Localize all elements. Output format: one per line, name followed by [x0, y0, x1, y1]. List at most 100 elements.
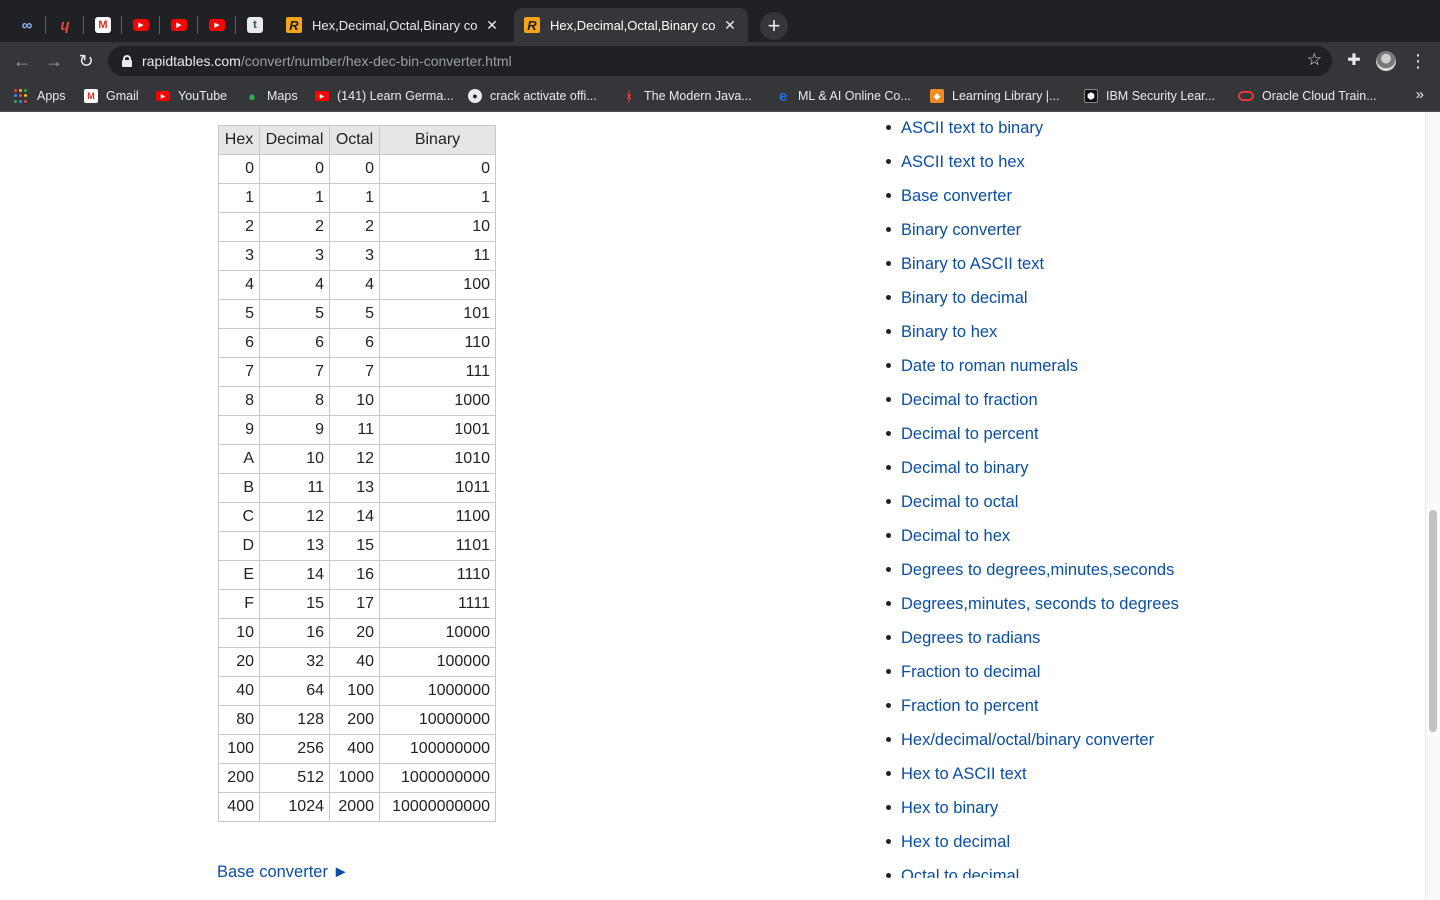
table-cell: 100 — [329, 676, 380, 706]
pinned-tab-5[interactable]: ▶ — [161, 8, 197, 42]
url-text[interactable]: rapidtables.com/convert/number/hex-dec-b… — [142, 53, 512, 69]
related-link[interactable]: Binary converter — [883, 214, 1183, 246]
related-link[interactable]: Hex to decimal — [883, 826, 1183, 858]
forward-button[interactable]: → — [41, 48, 67, 74]
avatar[interactable] — [1376, 51, 1396, 71]
bookmark-maps[interactable]: ● Maps — [245, 86, 298, 106]
table-cell: 512 — [259, 763, 330, 793]
table-cell: 17 — [329, 589, 380, 619]
rapidtables-icon: R — [524, 17, 540, 33]
scrollbar-thumb[interactable] — [1429, 510, 1437, 732]
pinned-tab-1[interactable]: ∞ — [9, 8, 45, 42]
related-link[interactable]: ASCII text to binary — [883, 112, 1183, 144]
table-row: 5 5 5 101 — [218, 299, 496, 329]
address-bar[interactable]: rapidtables.com/convert/number/hex-dec-b… — [108, 46, 1332, 76]
table-cell: 100 — [218, 734, 260, 764]
related-link[interactable]: Degrees to radians — [883, 622, 1183, 654]
related-link[interactable]: Hex to binary — [883, 792, 1183, 824]
related-link[interactable]: Binary to decimal — [883, 282, 1183, 314]
table-cell: 1000 — [379, 386, 496, 416]
bookmark-ml-ai[interactable]: e ML & AI Online Co... — [776, 86, 911, 106]
table-cell: 1024 — [259, 792, 330, 822]
bookmark-star-icon[interactable]: ☆ — [1307, 50, 1322, 70]
bookmark-github[interactable]: ● crack activate offi... — [468, 86, 597, 106]
tab-converter[interactable]: R Hex,Decimal,Octal,Binary conv ✕ — [276, 8, 510, 42]
new-tab-button[interactable]: + — [760, 12, 788, 40]
related-link[interactable]: Decimal to hex — [883, 520, 1183, 552]
table-cell: 7 — [329, 357, 380, 387]
back-button[interactable]: ← — [9, 48, 35, 74]
table-cell: 0 — [329, 154, 380, 184]
maps-pin-icon: ● — [248, 88, 256, 104]
table-cell: 2 — [259, 212, 330, 242]
related-link[interactable]: Base converter — [883, 180, 1183, 212]
table-cell: F — [218, 589, 260, 619]
page-content: Hex Decimal Octal Binary 0 0 0 0 1 1 1 1 2 2 2 10 3 3… — [0, 112, 1440, 900]
extensions-puzzle-icon[interactable]: ✚ — [1342, 48, 1366, 74]
table-cell: 100000 — [379, 647, 496, 677]
table-cell: 7 — [218, 357, 260, 387]
tab-converter-active[interactable]: R Hex,Decimal,Octal,Binary conv ✕ — [514, 8, 748, 42]
close-icon[interactable]: ✕ — [722, 17, 738, 33]
pinned-tab-7[interactable]: t — [237, 8, 273, 42]
pinned-tab-3[interactable]: M — [85, 8, 121, 42]
related-link[interactable]: Decimal to percent — [883, 418, 1183, 450]
tab-title: Hex,Decimal,Octal,Binary conv — [550, 17, 716, 33]
related-link[interactable]: ASCII text to hex — [883, 146, 1183, 178]
related-link[interactable]: Fraction to percent — [883, 690, 1183, 722]
pinned-tab-2[interactable]: ɥ — [47, 8, 83, 42]
related-link[interactable]: Date to roman numerals — [883, 350, 1183, 382]
table-cell: 64 — [259, 676, 330, 706]
table-cell: B — [218, 473, 260, 503]
header-decimal: Decimal — [259, 125, 330, 155]
tab-title: Hex,Decimal,Octal,Binary conv — [312, 17, 478, 33]
table-cell: 32 — [259, 647, 330, 677]
table-cell: 4 — [218, 270, 260, 300]
related-link[interactable]: Octal to decimal — [883, 860, 1183, 878]
table-cell: 8 — [218, 386, 260, 416]
related-link[interactable]: Binary to hex — [883, 316, 1183, 348]
table-cell: 1001 — [379, 415, 496, 445]
table-cell: 200 — [329, 705, 380, 735]
table-cell: 1111 — [379, 589, 496, 619]
bookmark-modern-java[interactable]: ᚼ The Modern Java... — [622, 86, 752, 106]
table-cell: D — [218, 531, 260, 561]
header-binary: Binary — [379, 125, 496, 155]
scribble-icon: ɥ — [60, 16, 70, 34]
bookmark-oracle-cloud[interactable]: Oracle Cloud Train... — [1238, 86, 1377, 106]
bookmark-learn-german[interactable]: ▶ (141) Learn Germa... — [315, 86, 454, 106]
scrollbar[interactable] — [1425, 112, 1440, 900]
base-converter-link[interactable]: Base converter ► — [217, 863, 349, 882]
table-cell: 10 — [379, 212, 496, 242]
related-link[interactable]: Degrees,minutes, seconds to degrees — [883, 588, 1183, 620]
bookmark-apps[interactable]: Apps — [14, 86, 66, 106]
table-cell: 3 — [259, 241, 330, 271]
related-link[interactable]: Decimal to octal — [883, 486, 1183, 518]
table-cell: 256 — [259, 734, 330, 764]
menu-kebab-icon[interactable]: ⋮ — [1408, 48, 1428, 74]
rapidtables-icon: R — [286, 17, 302, 33]
pinned-tab-6[interactable]: ▶ — [199, 8, 235, 42]
table-cell: 10000000000 — [379, 792, 496, 822]
table-cell: 400 — [218, 792, 260, 822]
related-link[interactable]: Hex/decimal/octal/binary converter — [883, 724, 1183, 756]
pinned-tab-4[interactable]: ▶ — [123, 8, 159, 42]
more-bookmarks-icon[interactable]: » — [1416, 86, 1424, 103]
related-link[interactable]: Decimal to binary — [883, 452, 1183, 484]
bookmark-learning-library[interactable]: ◆ Learning Library |... — [930, 86, 1059, 106]
bookmark-youtube[interactable]: ▶ YouTube — [156, 86, 227, 106]
close-icon[interactable]: ✕ — [484, 17, 500, 33]
related-link[interactable]: Hex to ASCII text — [883, 758, 1183, 790]
related-link[interactable]: Degrees to degrees,minutes,seconds — [883, 554, 1183, 586]
related-link[interactable]: Fraction to decimal — [883, 656, 1183, 688]
table-row: 200 512 1000 1000000000 — [218, 763, 496, 793]
table-cell: 111 — [379, 357, 496, 387]
table-cell: 1000000 — [379, 676, 496, 706]
bookmark-ibm-security[interactable]: ⬢ IBM Security Lear... — [1084, 86, 1215, 106]
related-link[interactable]: Decimal to fraction — [883, 384, 1183, 416]
table-row: 2 2 2 10 — [218, 212, 496, 242]
bookmark-gmail[interactable]: M Gmail — [84, 86, 139, 106]
table-cell: 11 — [379, 241, 496, 271]
reload-button[interactable]: ↻ — [73, 48, 99, 74]
related-link[interactable]: Binary to ASCII text — [883, 248, 1183, 280]
